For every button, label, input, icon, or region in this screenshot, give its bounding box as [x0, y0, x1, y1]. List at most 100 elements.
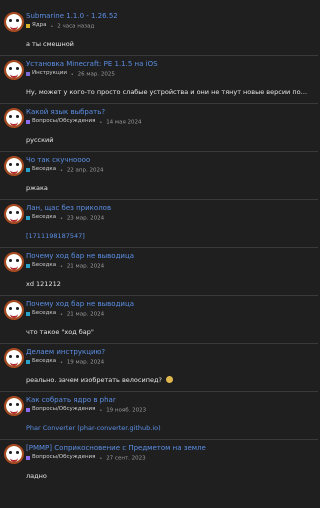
avatar[interactable]: [4, 12, 24, 32]
meta-separator: •: [59, 167, 64, 174]
category-color-icon: [26, 455, 30, 460]
avatar[interactable]: [4, 204, 24, 224]
avatar-ring-icon: [4, 396, 24, 416]
topic-title-link[interactable]: Чо так скучноооо: [26, 156, 310, 165]
post-link[interactable]: [1711198187547]: [26, 232, 85, 240]
topic-title-link[interactable]: Лан, щас без приколов: [26, 204, 310, 213]
post-excerpt: реально. зачем изобретать велосипед?: [26, 376, 310, 385]
avatar-ring-icon: [4, 204, 24, 224]
category-color-icon: [26, 359, 30, 364]
avatar-ring-icon: [4, 444, 24, 464]
category-color-icon: [26, 311, 30, 316]
post-header: Делаем инструкцию? Беседка • 19 мар. 202…: [4, 348, 310, 372]
topic-meta: Ядра • 2 часа назад: [26, 22, 310, 31]
meta-separator: •: [99, 119, 103, 126]
list-item: Установка Minecraft: PE 1.1.5 на iOS Инс…: [0, 56, 318, 104]
avatar[interactable]: [4, 252, 24, 272]
category-badge[interactable]: Вопросы/Обсуждения: [26, 118, 95, 125]
post-header: Почему ход бар не выводица Беседка • 21 …: [4, 252, 310, 276]
post-timestamp[interactable]: 21 мар. 2024: [67, 312, 104, 318]
category-label: Беседка: [32, 166, 57, 172]
topic-meta: Вопросы/Обсуждения • 27 сент. 2023: [26, 454, 310, 463]
post-timestamp[interactable]: 26 мар. 2025: [78, 72, 115, 78]
avatar[interactable]: [4, 444, 24, 464]
avatar[interactable]: [4, 300, 24, 320]
category-label: Вопросы/Обсуждения: [32, 406, 96, 412]
list-item: Почему ход бар не выводица Беседка • 21 …: [0, 248, 318, 296]
avatar-ring-icon: [4, 300, 24, 320]
category-label: Инструкции: [32, 70, 67, 76]
avatar-ring-icon: [4, 252, 24, 272]
avatar-ring-icon: [4, 348, 24, 368]
meta-separator: •: [59, 359, 64, 366]
topic-title-link[interactable]: Почему ход бар не выводица: [26, 252, 310, 261]
topic-meta: Инструкции • 26 мар. 2025: [26, 70, 310, 79]
grimacing-face-icon: [165, 376, 173, 383]
category-label: Ядра: [32, 22, 47, 28]
list-item: Как собрать ядро в phar Вопросы/Обсужден…: [0, 392, 318, 440]
list-item: [PMMP] Соприкосновение с Предметом на зе…: [0, 440, 318, 488]
category-color-icon: [26, 119, 30, 124]
topic-title-link[interactable]: Установка Minecraft: PE 1.1.5 на iOS: [26, 60, 310, 69]
post-header: Какой язык выбрать? Вопросы/Обсуждения •…: [4, 108, 310, 132]
post-timestamp[interactable]: 19 нояб. 2023: [106, 408, 146, 414]
avatar-ring-icon: [4, 60, 24, 80]
post-timestamp[interactable]: 14 мая 2024: [106, 120, 141, 126]
category-badge[interactable]: Вопросы/Обсуждения: [26, 406, 95, 413]
topic-title-link[interactable]: Submarine 1.1.0 - 1.26.52: [26, 12, 310, 21]
topic-meta: Вопросы/Обсуждения • 19 нояб. 2023: [26, 406, 310, 415]
post-header: [PMMP] Соприкосновение с Предметом на зе…: [4, 444, 310, 468]
category-color-icon: [26, 407, 30, 412]
category-label: Беседка: [32, 262, 57, 268]
topic-title-link[interactable]: Делаем инструкцию?: [26, 348, 310, 357]
category-label: Беседка: [32, 214, 57, 220]
category-badge[interactable]: Вопросы/Обсуждения: [26, 454, 95, 461]
post-timestamp[interactable]: 19 мар. 2024: [67, 360, 104, 366]
list-item: Submarine 1.1.0 - 1.26.52 Ядра • 2 часа …: [0, 8, 318, 56]
post-excerpt: ладно: [26, 472, 47, 480]
category-label: Вопросы/Обсуждения: [32, 118, 96, 124]
topic-meta: Беседка • 22 апр. 2024: [26, 166, 310, 175]
avatar[interactable]: [4, 156, 24, 176]
avatar[interactable]: [4, 348, 24, 368]
avatar[interactable]: [4, 108, 24, 128]
post-timestamp[interactable]: 21 мар. 2024: [67, 264, 104, 270]
topic-meta: Беседка • 19 мар. 2024: [26, 358, 310, 367]
post-link[interactable]: Phar Converter (phar-converter.github.io…: [26, 424, 161, 432]
post-header: Чо так скучноооо Беседка • 22 апр. 2024: [4, 156, 310, 180]
category-badge[interactable]: Беседка: [26, 166, 56, 173]
category-badge[interactable]: Беседка: [26, 310, 56, 317]
post-header: Лан, щас без приколов Беседка • 23 мар. …: [4, 204, 310, 228]
avatar[interactable]: [4, 396, 24, 416]
post-excerpt: а ты смешной: [26, 40, 74, 48]
topic-title-link[interactable]: [PMMP] Соприкосновение с Предметом на зе…: [26, 444, 310, 453]
post-timestamp[interactable]: 23 мар. 2024: [67, 216, 104, 222]
avatar-ring-icon: [4, 108, 24, 128]
topic-title-link[interactable]: Как собрать ядро в phar: [26, 396, 310, 405]
post-timestamp[interactable]: 22 апр. 2024: [67, 168, 104, 174]
topic-title-link[interactable]: Почему ход бар не выводица: [26, 300, 310, 309]
topic-meta: Беседка • 23 мар. 2024: [26, 214, 310, 223]
meta-separator: •: [99, 455, 103, 462]
category-badge[interactable]: Инструкции: [26, 70, 67, 77]
meta-separator: •: [70, 71, 74, 78]
post-excerpt: xd 121212: [26, 280, 61, 288]
category-badge[interactable]: Беседка: [26, 358, 56, 365]
category-color-icon: [26, 215, 30, 220]
category-color-icon: [26, 167, 30, 172]
category-color-icon: [26, 263, 30, 268]
avatar[interactable]: [4, 60, 24, 80]
post-excerpt-text: реально. зачем изобретать велосипед?: [26, 376, 162, 384]
post-header: Установка Minecraft: PE 1.1.5 на iOS Инс…: [4, 60, 310, 84]
post-timestamp[interactable]: 2 часа назад: [57, 24, 94, 30]
activity-feed: Submarine 1.1.0 - 1.26.52 Ядра • 2 часа …: [0, 8, 318, 488]
category-badge[interactable]: Беседка: [26, 262, 56, 269]
post-excerpt: ржака: [26, 184, 48, 192]
post-timestamp[interactable]: 27 сент. 2023: [106, 456, 145, 462]
category-badge[interactable]: Беседка: [26, 214, 56, 221]
list-item: Почему ход бар не выводица Беседка • 21 …: [0, 296, 318, 344]
category-badge[interactable]: Ядра: [26, 22, 47, 29]
post-excerpt: [1711198187547]: [26, 232, 310, 241]
category-color-icon: [26, 71, 30, 76]
topic-title-link[interactable]: Какой язык выбрать?: [26, 108, 310, 117]
